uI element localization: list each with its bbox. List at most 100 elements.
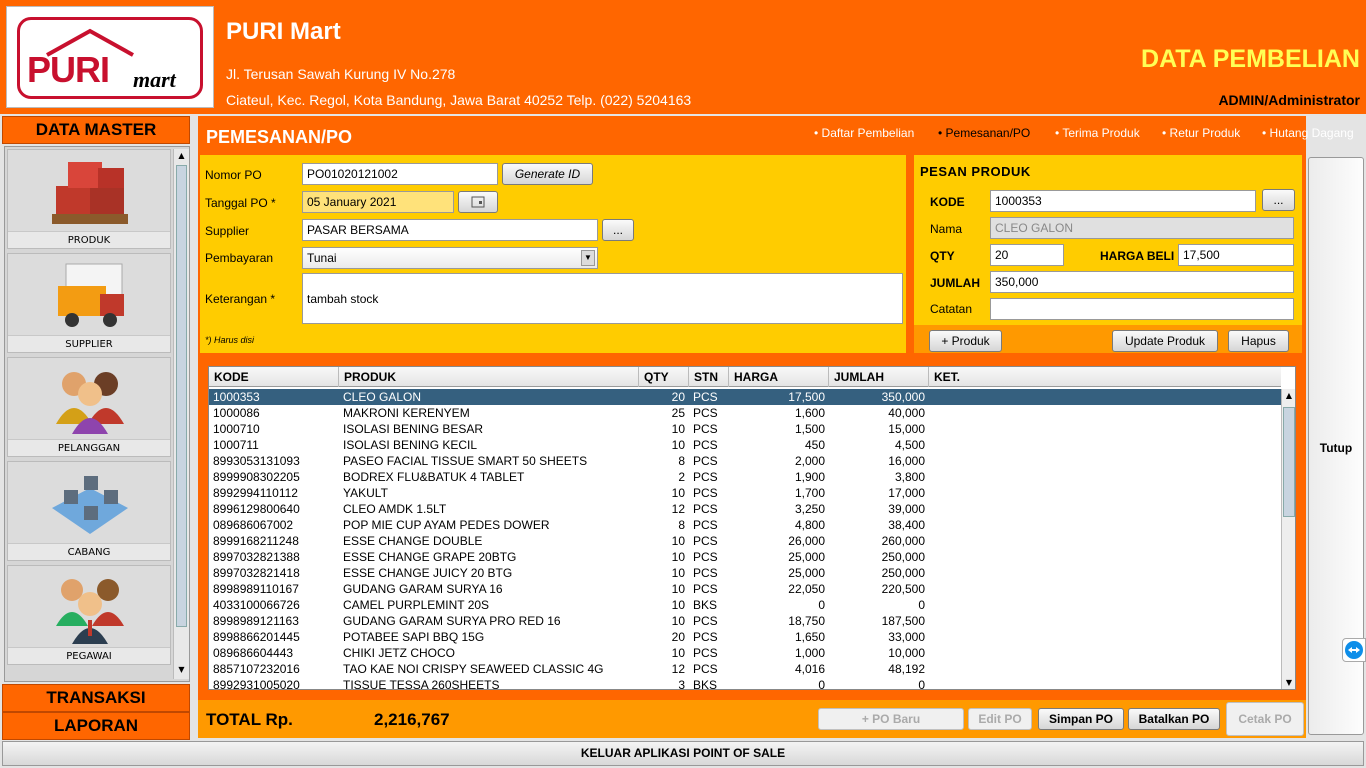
table-row[interactable]: 1000711 ISOLASI BENING KECIL 10 PCS 450 4,500 — [209, 437, 1281, 453]
table-row[interactable]: 4033100066726 CAMEL PURPLEMINT 20S 10 BKS 0 0 — [209, 597, 1281, 613]
cetak-po-button[interactable]: Cetak PO — [1226, 702, 1304, 736]
catatan-label: Catatan — [930, 302, 973, 316]
data-master-header[interactable]: DATA MASTER — [2, 116, 190, 144]
remote-support-icon[interactable] — [1342, 638, 1366, 662]
qty-label: QTY — [930, 249, 955, 263]
column-header-ket[interactable]: KET. — [929, 367, 1281, 387]
sidebar-item-label: PRODUK — [8, 231, 170, 248]
total-value: 2,216,767 — [374, 710, 450, 729]
transaksi-header[interactable]: TRANSAKSI — [2, 684, 190, 712]
table-row[interactable]: 8992994110112 YAKULT 10 PCS 1,700 17,000 — [209, 485, 1281, 501]
table-row[interactable]: 1000710 ISOLASI BENING BESAR 10 PCS 1,500 15,… — [209, 421, 1281, 437]
store-name: PURI Mart — [226, 18, 341, 45]
sidebar-scroll-thumb[interactable] — [176, 165, 187, 627]
keterangan-field[interactable]: tambah stock — [302, 273, 903, 324]
table-row[interactable]: 8857107232016 TAO KAE NOI CRISPY SEAWEED … — [209, 661, 1281, 677]
table-cell: 8997032821418 — [213, 566, 300, 580]
table-row[interactable]: 8992931005020 TISSUE TESSA 260SHEETS 3 BKS 0… — [209, 677, 1281, 689]
table-cell: 4,016 — [794, 662, 825, 676]
table-cell: PCS — [693, 454, 718, 468]
table-row[interactable]: 8999168211248 ESSE CHANGE DOUBLE 10 PCS 26,0… — [209, 533, 1281, 549]
column-header-harga[interactable]: HARGA — [729, 367, 829, 387]
table-cell: PCS — [693, 534, 718, 548]
table-cell: 1,900 — [794, 470, 825, 484]
date-picker-button[interactable] — [458, 191, 498, 213]
logo-text-main: PURI — [27, 49, 110, 90]
pembayaran-label: Pembayaran — [205, 251, 274, 265]
column-header-kode[interactable]: KODE — [209, 367, 339, 387]
table-cell: 17,500 — [788, 390, 825, 404]
exit-app-button[interactable]: KELUAR APLIKASI POINT OF SALE — [2, 741, 1364, 766]
nav-terima-produk[interactable]: • Terima Produk — [1055, 126, 1140, 140]
table-cell: 260,000 — [881, 534, 925, 548]
update-produk-button[interactable]: Update Produk — [1112, 330, 1218, 352]
table-cell: 4033100066726 — [213, 598, 300, 612]
table-row[interactable]: 089686067002 POP MIE CUP AYAM PEDES DOWER… — [209, 517, 1281, 533]
column-header-stn[interactable]: STN — [689, 367, 729, 387]
supplier-browse-button[interactable]: ... — [602, 219, 634, 241]
table-row[interactable]: 089686604443 CHIKI JETZ CHOCO 10 PCS 1,000 10… — [209, 645, 1281, 661]
table-cell: 33,000 — [888, 630, 925, 644]
edit-po-button[interactable]: Edit PO — [968, 708, 1032, 730]
table-cell: 8 — [678, 454, 685, 468]
qty-field[interactable]: 20 — [990, 244, 1064, 266]
table-cell: PCS — [693, 518, 718, 532]
nav-label: Terima Produk — [1062, 126, 1140, 140]
scroll-down-icon[interactable]: ▼ — [1283, 678, 1295, 687]
harga-beli-field[interactable]: 17,500 — [1178, 244, 1294, 266]
kode-field[interactable]: 1000353 — [990, 190, 1256, 212]
sidebar-item-pelanggan[interactable]: PELANGGAN — [7, 357, 171, 457]
table-row[interactable]: 8998989121163 GUDANG GARAM SURYA PRO RED … — [209, 613, 1281, 629]
table-row[interactable]: 1000086 MAKRONI KERENYEM 25 PCS 1,600 40,000 — [209, 405, 1281, 421]
sidebar-item-pegawai[interactable]: PEGAWAI — [7, 565, 171, 665]
supplier-field[interactable]: PASAR BERSAMA — [302, 219, 598, 241]
nav-retur-produk[interactable]: • Retur Produk — [1162, 126, 1240, 140]
nomor-po-field[interactable]: PO01020121002 — [302, 163, 498, 185]
table-row[interactable]: 8998989110167 GUDANG GARAM SURYA 16 10 PCS 2… — [209, 581, 1281, 597]
table-cell: 10 — [671, 566, 685, 580]
table-row[interactable]: 8997032821418 ESSE CHANGE JUICY 20 BTG 10 P… — [209, 565, 1281, 581]
table-cell: 250,000 — [881, 566, 925, 580]
nav-pemesanan-po[interactable]: • Pemesanan/PO — [938, 126, 1030, 140]
table-row[interactable]: 8997032821388 ESSE CHANGE GRAPE 20BTG 10 PC… — [209, 549, 1281, 565]
table-row[interactable]: 8996129800640 CLEO AMDK 1.5LT 12 PCS 3,250 39… — [209, 501, 1281, 517]
table-row[interactable]: 8998866201445 POTABEE SAPI BBQ 15G 20 PCS 1,… — [209, 629, 1281, 645]
sidebar-item-label: CABANG — [8, 543, 170, 560]
table-row[interactable]: 1000353 CLEO GALON 20 PCS 17,500 350,000 — [209, 389, 1281, 405]
laporan-header[interactable]: LAPORAN — [2, 712, 190, 740]
generate-id-button[interactable]: Generate ID — [502, 163, 593, 185]
table-cell: 1,000 — [794, 646, 825, 660]
scroll-up-icon[interactable]: ▲ — [1283, 391, 1295, 400]
table-row[interactable]: 8993053131093 PASEO FACIAL TISSUE SMART 5… — [209, 453, 1281, 469]
sidebar-item-produk[interactable]: PRODUK — [7, 149, 171, 249]
column-header-qty[interactable]: QTY — [639, 367, 689, 387]
po-baru-button[interactable]: + PO Baru — [818, 708, 964, 730]
sidebar-scrollbar[interactable]: ▲ ▼ — [173, 149, 189, 679]
jumlah-field[interactable]: 350,000 — [990, 271, 1294, 293]
catatan-field[interactable] — [990, 298, 1294, 320]
pembayaran-select[interactable]: Tunai ▼ — [302, 247, 598, 269]
sidebar-item-cabang[interactable]: CABANG — [7, 461, 171, 561]
sidebar-item-supplier[interactable]: SUPPLIER — [7, 253, 171, 353]
table-scrollbar[interactable]: ▲ ▼ — [1281, 389, 1295, 689]
table-cell: 20 — [671, 630, 685, 644]
scroll-up-icon[interactable]: ▲ — [175, 151, 188, 163]
tanggal-po-field[interactable]: 05 January 2021 — [302, 191, 454, 213]
simpan-po-button[interactable]: Simpan PO — [1038, 708, 1124, 730]
table-cell: 38,400 — [888, 518, 925, 532]
column-header-jumlah[interactable]: JUMLAH — [829, 367, 929, 387]
po-items-table[interactable]: KODE PRODUK QTY STN HARGA JUMLAH KET. 10… — [208, 366, 1296, 690]
batalkan-po-button[interactable]: Batalkan PO — [1128, 708, 1220, 730]
column-header-produk[interactable]: PRODUK — [339, 367, 639, 387]
total-label: TOTAL Rp. — [206, 710, 293, 729]
scroll-down-icon[interactable]: ▼ — [175, 665, 188, 677]
nav-daftar-pembelian[interactable]: • Daftar Pembelian — [814, 126, 914, 140]
kode-browse-button[interactable]: ... — [1262, 189, 1295, 211]
nav-hutang-dagang[interactable]: • Hutang Dagang — [1262, 126, 1354, 140]
hapus-button[interactable]: Hapus — [1228, 330, 1289, 352]
table-cell: 220,500 — [881, 582, 925, 596]
add-produk-button[interactable]: + Produk — [929, 330, 1002, 352]
table-cell: PCS — [693, 470, 718, 484]
table-row[interactable]: 8999908302205 BODREX FLU&BATUK 4 TABLET 2 P… — [209, 469, 1281, 485]
table-scroll-thumb[interactable] — [1283, 407, 1295, 517]
